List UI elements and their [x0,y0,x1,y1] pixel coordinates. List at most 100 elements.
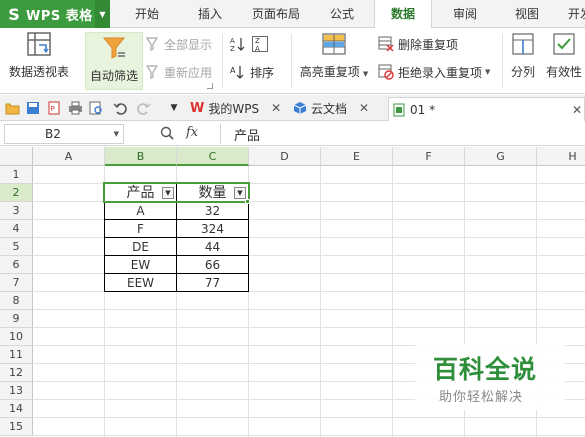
name-box[interactable]: B2 ▼ [4,124,124,144]
row-header-9[interactable]: 9 [0,310,33,328]
chevron-down-icon[interactable]: ▼ [485,68,490,76]
row-header-13[interactable]: 13 [0,382,33,400]
menu-bar: S WPS 表格 ▼ 开始 插入 页面布局 公式 数据 审阅 视图 开发 [0,0,585,29]
row-header-7[interactable]: 7 [0,274,33,292]
row-header-14[interactable]: 14 [0,400,33,418]
row-header-8[interactable]: 8 [0,292,33,310]
col-header-d[interactable]: D [249,147,321,166]
table-cell[interactable]: 324 [176,219,249,238]
redo-icon[interactable] [136,100,152,116]
sort-descending-button[interactable]: ZA [252,34,272,54]
close-icon[interactable]: ✕ [572,103,582,117]
row-header-11[interactable]: 11 [0,346,33,364]
table-cell[interactable]: EEW [104,273,177,292]
row-header-12[interactable]: 12 [0,364,33,382]
reject-duplicates-button[interactable]: 拒绝录入重复项 ▼ [378,62,490,82]
filter-funnel-icon [102,37,126,59]
tab-developer[interactable]: 开发 [560,0,585,28]
sort-ascending-button[interactable]: AZ [230,34,250,54]
print-preview-icon[interactable] [88,100,104,116]
fill-handle[interactable] [245,199,250,204]
open-folder-icon[interactable] [4,100,20,116]
row-header-2[interactable]: 2 [0,184,33,202]
tab-home[interactable]: 开始 [122,0,172,28]
row-header-5[interactable]: 5 [0,238,33,256]
validity-button[interactable]: 有效性 [544,31,584,80]
remove-duplicates-button[interactable]: 删除重复项 [378,34,458,54]
row-header-1[interactable]: 1 [0,166,33,184]
table-cell[interactable]: 66 [176,255,249,274]
highlight-duplicates-button[interactable]: 高亮重复项 ▼ [298,31,370,80]
gridline [33,435,585,436]
selection-highlight [103,182,250,203]
table-cell[interactable]: 44 [176,237,249,256]
formula-divider [220,124,221,144]
row-header-15[interactable]: 15 [0,418,33,436]
table-cell[interactable]: EW [104,255,177,274]
table-cell[interactable]: DE [104,237,177,256]
watermark-subtitle: 助你轻松解决 [439,390,524,405]
customize-toolbar-icon[interactable]: ▼ [166,100,182,116]
doc-tab-label: 01 * [410,102,436,117]
validity-icon [553,33,575,55]
col-header-f[interactable]: F [393,147,465,166]
reapply-button[interactable]: 重新应用 [146,62,212,82]
close-icon[interactable]: ✕ [271,101,281,115]
col-header-g[interactable]: G [465,147,537,166]
tab-formula[interactable]: 公式 [318,0,366,28]
spreadsheet-grid[interactable]: A B C D E F G H 1 2 3 4 5 6 7 8 9 10 11 … [0,147,585,437]
reapply-label: 重新应用 [164,65,213,80]
sort-ascending-icon: AZ [230,36,246,52]
save-icon[interactable] [25,100,41,116]
autofilter-button[interactable]: 自动筛选 [85,32,143,90]
svg-text:A: A [230,37,235,45]
formula-bar: B2 ▼ fx 产品 [0,122,585,146]
col-header-c[interactable]: C [177,147,249,166]
split-column-button[interactable]: 分列 [506,31,540,80]
sort-icon: A [230,64,246,80]
export-pdf-icon[interactable]: P [46,100,62,116]
doc-tab-active-sheet[interactable]: 01 * ✕ [388,97,585,121]
gridline [320,166,321,437]
row-header-10[interactable]: 10 [0,328,33,346]
col-header-e[interactable]: E [321,147,393,166]
col-header-h[interactable]: H [537,147,585,166]
col-header-b[interactable]: B [105,147,177,166]
insert-function-icon[interactable]: fx [186,125,198,140]
chevron-down-icon[interactable]: ▼ [114,125,119,143]
select-all-corner[interactable] [0,147,33,166]
table-cell[interactable]: 77 [176,273,249,292]
formula-input[interactable]: 产品 [234,125,260,144]
dialog-launcher-icon[interactable] [207,83,213,89]
tab-view[interactable]: 视图 [503,0,551,28]
pivot-table-button[interactable]: 数据透视表 [6,31,72,80]
doc-tab-cloud-docs[interactable]: 云文档 ✕ [293,97,369,119]
remove-duplicates-icon [378,36,394,52]
sheet-file-icon [393,103,405,117]
tab-insert[interactable]: 插入 [185,0,235,28]
chevron-down-icon[interactable]: ▼ [95,0,110,28]
cloud-doc-icon [293,101,307,115]
sort-button[interactable]: A 排序 [230,62,274,82]
wps-logo-icon: W [190,100,205,116]
filter-reapply-icon [146,65,160,79]
app-menu-button[interactable]: S WPS 表格 ▼ [0,0,110,28]
doc-tab-my-wps[interactable]: W 我的WPS ✕ [190,97,281,119]
col-header-a[interactable]: A [33,147,105,166]
tab-review[interactable]: 审阅 [441,0,489,28]
highlight-duplicates-label: 高亮重复项 ▼ [299,65,369,79]
undo-icon[interactable] [112,100,128,116]
row-header-3[interactable]: 3 [0,202,33,220]
autofilter-label: 自动筛选 [89,69,138,83]
row-header-6[interactable]: 6 [0,256,33,274]
close-icon[interactable]: ✕ [359,101,369,115]
row-header-4[interactable]: 4 [0,220,33,238]
show-all-button[interactable]: 全部显示 [146,34,212,54]
tab-page-layout[interactable]: 页面布局 [246,0,306,28]
zoom-search-icon[interactable] [160,126,174,140]
table-cell[interactable]: A [104,201,177,220]
tab-data[interactable]: 数据 [374,0,432,29]
table-cell[interactable]: F [104,219,177,238]
table-cell[interactable]: 32 [176,201,249,220]
print-icon[interactable] [67,100,83,116]
